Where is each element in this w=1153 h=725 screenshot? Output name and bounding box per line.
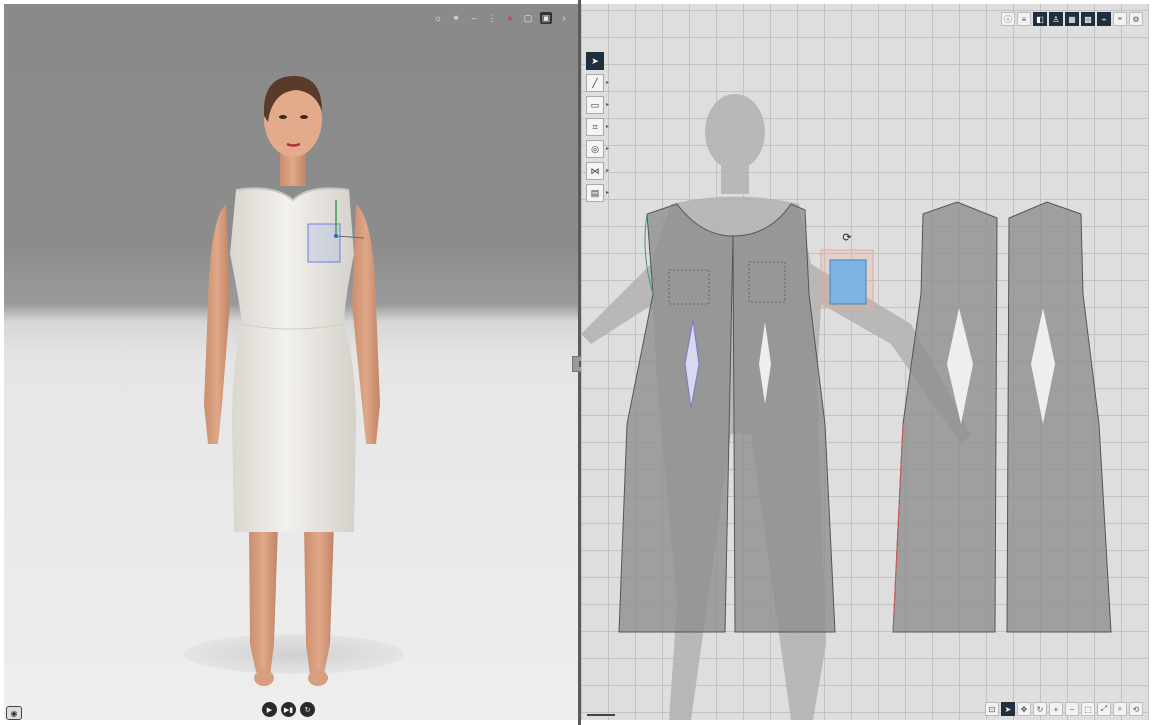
view-pattern-icon[interactable]: ◧ <box>1033 12 1047 26</box>
pattern-tool-palette: ➤ ╱ ▸ ▭ ▸ ⌗ ▸ ◎ ▸ ⋈ ▸ ▤ ▸ <box>586 52 609 202</box>
pattern-piece-back-left[interactable] <box>892 201 998 633</box>
reset-view-icon[interactable]: ⟲ <box>1129 702 1143 716</box>
scale-bar <box>587 714 615 716</box>
star-icon[interactable]: ✶ <box>450 12 462 24</box>
avatar-legs <box>249 524 334 686</box>
button-icon[interactable]: ◎ ▸ <box>586 140 609 158</box>
fit-icon[interactable]: ⊡ <box>985 702 999 716</box>
layer-icon[interactable]: ≡ <box>1017 12 1031 26</box>
pin-icon[interactable]: ⋮ <box>486 12 498 24</box>
pattern-piece-back-right[interactable] <box>1006 201 1112 633</box>
avatar-figure[interactable] <box>4 4 578 720</box>
pattern-window-2d[interactable]: ⟳ ➤ ╱ ▸ ▭ ▸ ⌗ ▸ ◎ ▸ ⋈ ▸ ▤ ▸ ⓘ ≡ ◧ ♙ ▦ ▩ ⌁ ⌖ ⚙ … <box>581 4 1149 720</box>
view-sewing-icon[interactable]: ⌁ <box>1097 12 1111 26</box>
rotate-icon[interactable]: ↻ <box>1033 702 1047 716</box>
line-pen-icon[interactable]: ╱ ▸ <box>586 74 609 92</box>
expand-icon[interactable]: ⤢ <box>1097 702 1111 716</box>
pattern-piece-front-left[interactable] <box>618 203 734 633</box>
select-arrow-icon[interactable]: ➤ <box>586 52 604 70</box>
rectangle-icon[interactable]: ▭ ▸ <box>586 96 609 114</box>
zipper-icon[interactable]: ⋈ ▸ <box>586 162 609 180</box>
view-grid-icon[interactable]: ▩ <box>1081 12 1095 26</box>
display-icon[interactable]: ▣ <box>540 12 552 24</box>
reset-icon[interactable]: ↻ <box>300 702 315 717</box>
sewing-icon[interactable]: ⌗ ▸ <box>586 118 609 136</box>
view-fabric-icon[interactable]: ▦ <box>1065 12 1079 26</box>
camera-icon[interactable]: ◉ <box>6 706 22 720</box>
rotate-handle-icon[interactable]: ⟳ <box>841 232 853 244</box>
light-icon[interactable]: ☼ <box>432 12 444 24</box>
cube-icon[interactable]: ▢ <box>522 12 534 24</box>
arrow-icon[interactable]: › <box>558 12 570 24</box>
search-icon[interactable]: ⌕ <box>1113 702 1127 716</box>
playback-controls: ▶ ▶▮ ↻ <box>262 702 315 717</box>
view-avatar-icon[interactable]: ♙ <box>1049 12 1063 26</box>
move-icon[interactable]: ✥ <box>1017 702 1031 716</box>
viewport-3d-toolbar: ☼ ✶ – ⋮ ● ▢ ▣ › <box>432 10 570 26</box>
pattern-view-toolbar: ⓘ ≡ ◧ ♙ ▦ ▩ ⌁ ⌖ ⚙ <box>1001 12 1143 26</box>
avatar-head <box>263 76 322 186</box>
pin-icon[interactable]: ⌖ <box>1113 12 1127 26</box>
next-frame-icon[interactable]: ▶▮ <box>281 702 296 717</box>
app-window: ☼ ✶ – ⋮ ● ▢ ▣ › ◉ ▶ ▶▮ ↻ ‖ ⟳ ➤ ╱ ▸ ▭ ▸ ⌗… <box>0 0 1153 725</box>
info-icon[interactable]: ⓘ <box>1001 12 1015 26</box>
zoom-window-icon[interactable]: ⬚ <box>1081 702 1095 716</box>
settings-icon[interactable]: ⚙ <box>1129 12 1143 26</box>
pattern-piece-front-right[interactable] <box>732 203 836 633</box>
play-icon[interactable]: ▶ <box>262 702 277 717</box>
red-dot-icon[interactable]: ● <box>504 12 516 24</box>
pattern-bottom-toolbar: ⊡ ➤ ✥ ↻ + − ⬚ ⤢ ⌕ ⟲ <box>985 702 1143 716</box>
pattern-piece-pocket-selected[interactable] <box>820 249 874 309</box>
zoom-out-icon[interactable]: − <box>1065 702 1079 716</box>
measure-icon[interactable]: ▤ ▸ <box>586 184 609 202</box>
select-icon[interactable]: ➤ <box>1001 702 1015 716</box>
viewport-3d[interactable]: ☼ ✶ – ⋮ ● ▢ ▣ › ◉ ▶ ▶▮ ↻ <box>4 4 578 720</box>
minus-icon[interactable]: – <box>468 12 480 24</box>
zoom-in-icon[interactable]: + <box>1049 702 1063 716</box>
pattern-canvas[interactable] <box>581 4 1149 720</box>
